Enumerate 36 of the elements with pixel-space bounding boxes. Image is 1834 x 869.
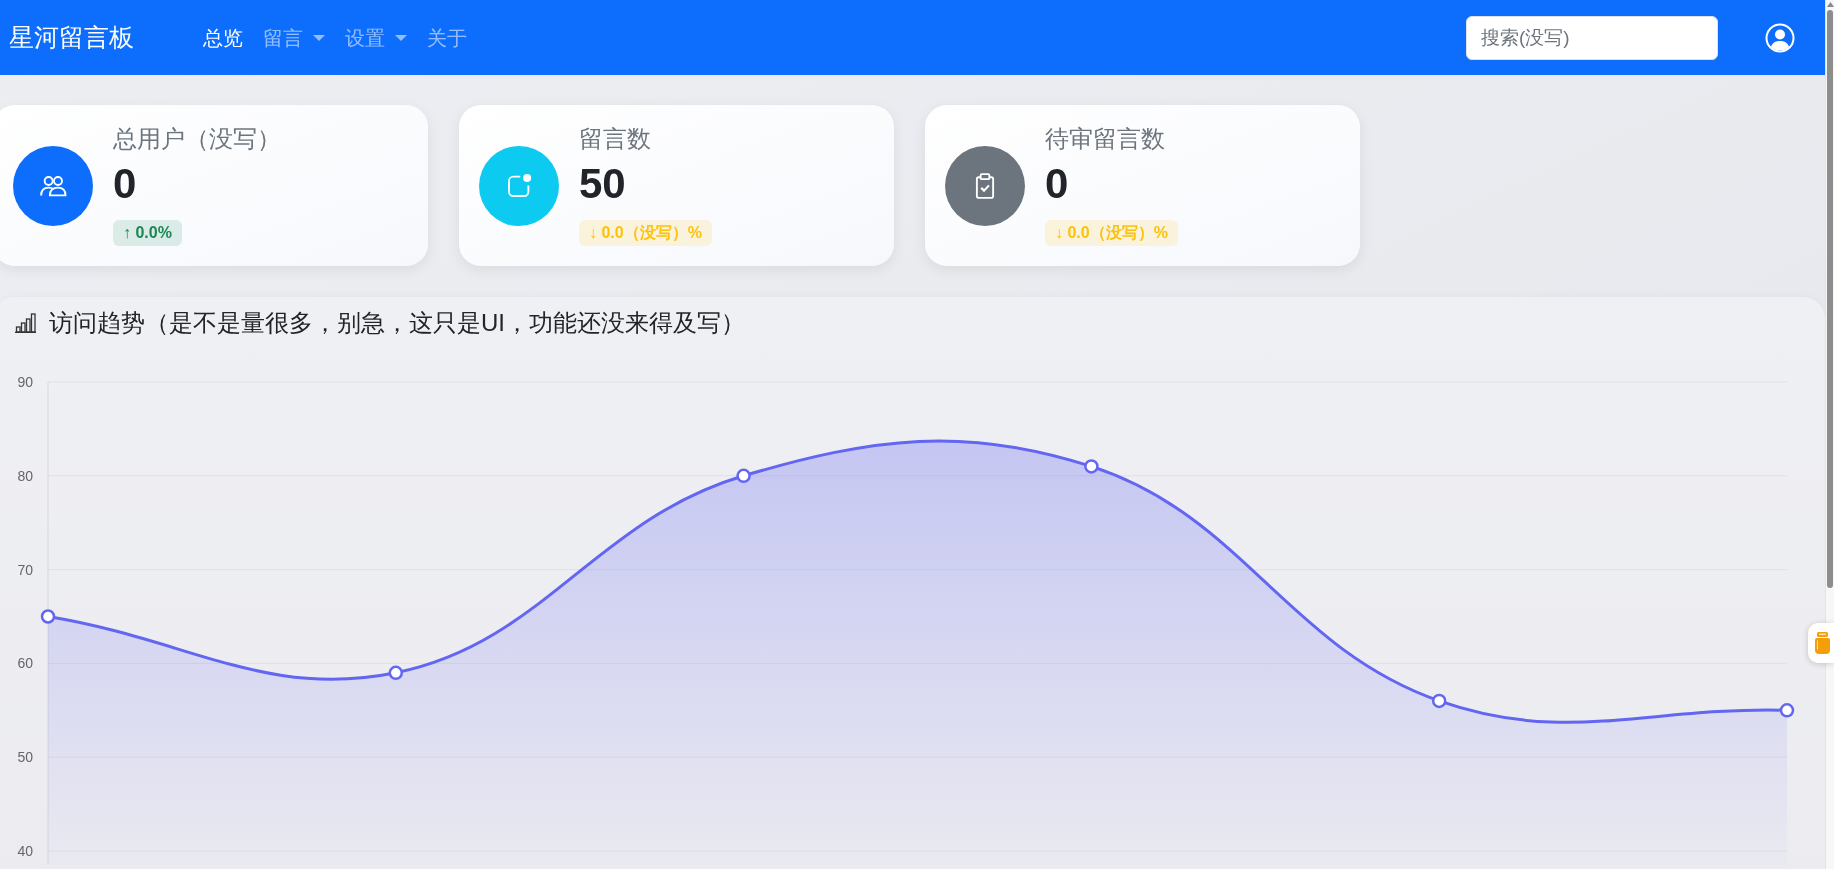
stat-value: 0 [1045, 160, 1069, 208]
data-point [1779, 703, 1795, 718]
chart-title: 访问趋势（是不是量很多，别急，这只是UI，功能还没来得及写） [49, 309, 745, 337]
search-field[interactable]: 搜索(没写) [1466, 15, 1718, 60]
stat-title: 留言数 [579, 125, 651, 153]
change-badge: ↓ 0.0（没写）% [579, 220, 712, 246]
data-point [1084, 459, 1099, 474]
scrollbar-thumb[interactable] [1827, 10, 1833, 588]
data-point [40, 609, 56, 624]
stat-title: 待审留言数 [1045, 125, 1165, 153]
data-point [1431, 693, 1447, 709]
bar-chart-icon [14, 313, 37, 333]
axis-label: 80 [17, 467, 33, 484]
jar-icon [1814, 631, 1831, 655]
stat-value: 50 [579, 160, 626, 208]
user-icon[interactable] [1765, 22, 1795, 53]
nav-dropdown[interactable]: 留言 [253, 17, 335, 58]
axis-label: 60 [17, 655, 33, 672]
axis-label: 70 [17, 561, 33, 578]
nav-link[interactable]: 总览 [193, 17, 253, 58]
axis-label: 50 [17, 749, 33, 766]
stat-value: 0 [113, 160, 137, 208]
nav-dropdown[interactable]: 设置 [335, 17, 417, 58]
floating-tab[interactable] [1808, 623, 1834, 663]
axis-label: 90 [17, 374, 33, 390]
scroll-up-icon[interactable] [1826, 2, 1834, 7]
data-point [388, 665, 404, 681]
nav-link[interactable]: 关于 [417, 17, 477, 58]
change-badge: ↑ 0.0% [113, 220, 182, 246]
axis-label: 40 [17, 843, 33, 859]
brand-title[interactable]: 星河留言板 [9, 23, 134, 51]
stat-title: 总用户（没写） [113, 125, 281, 153]
change-badge: ↓ 0.0（没写）% [1045, 220, 1178, 246]
caret-icon [313, 34, 325, 41]
caret-icon [395, 34, 407, 41]
data-point [736, 468, 751, 484]
